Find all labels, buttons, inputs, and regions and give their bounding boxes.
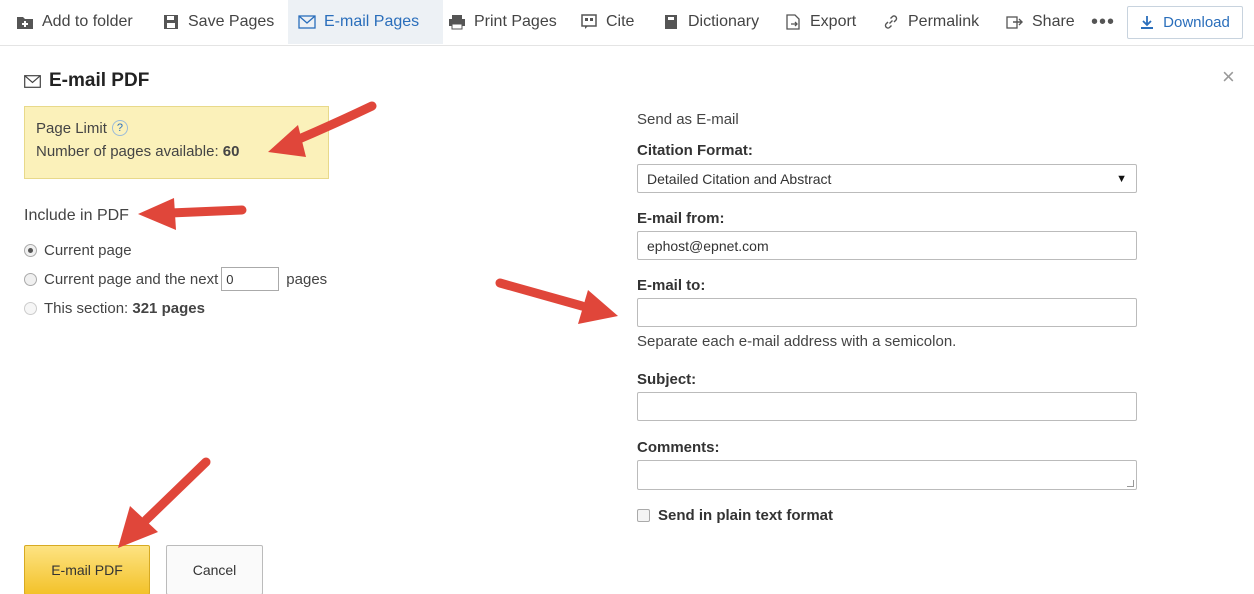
radio-current-and-next[interactable]: Current page and the next pages xyxy=(24,267,327,291)
dropdown-arrow-icon: ▼ xyxy=(1116,172,1127,185)
dialog-title: E-mail PDF xyxy=(24,70,149,92)
arrow-to-include-label xyxy=(138,198,247,230)
radio-current-page-label: Current page xyxy=(44,242,132,259)
radio-next-prefix: Current page and the next xyxy=(44,270,219,288)
share-button[interactable]: Share xyxy=(1006,0,1075,44)
envelope-icon xyxy=(24,74,41,88)
save-icon xyxy=(162,13,180,31)
share-label: Share xyxy=(1032,13,1075,30)
export-icon xyxy=(784,13,802,31)
plain-text-checkbox[interactable] xyxy=(637,509,650,522)
download-icon xyxy=(1140,15,1154,30)
save-pages-label: Save Pages xyxy=(188,13,275,30)
radio-section-value: 321 pages xyxy=(132,300,205,317)
send-as-email-label: Send as E-mail xyxy=(637,111,739,128)
email-to-label: E-mail to: xyxy=(637,277,706,294)
permalink-button[interactable]: Permalink xyxy=(882,0,979,44)
toolbar: Add to folder Save Pages E-mail Pages Pr… xyxy=(0,0,1254,46)
page-limit-box: Page Limit? Number of pages available: 6… xyxy=(24,106,329,179)
help-icon[interactable]: ? xyxy=(111,120,128,136)
print-pages-button[interactable]: Print Pages xyxy=(448,0,557,44)
download-button[interactable]: Download xyxy=(1127,6,1243,39)
radio-button[interactable] xyxy=(24,272,37,286)
dictionary-label: Dictionary xyxy=(688,13,760,30)
pages-available-label: Number of pages available: xyxy=(36,143,219,160)
email-pages-label: E-mail Pages xyxy=(324,13,420,30)
share-icon xyxy=(1006,13,1024,31)
email-to-field[interactable] xyxy=(637,298,1137,327)
print-pages-label: Print Pages xyxy=(474,13,557,30)
close-icon[interactable]: × xyxy=(1222,64,1235,90)
radio-section-prefix: This section: xyxy=(44,300,129,317)
comments-label: Comments: xyxy=(637,439,720,456)
subject-field[interactable] xyxy=(637,392,1137,421)
printer-icon xyxy=(448,13,466,31)
cite-button[interactable]: Cite xyxy=(580,0,634,44)
radio-this-section[interactable]: This section: 321 pages xyxy=(24,300,205,317)
annotation-arrows xyxy=(118,101,618,548)
email-pages-button[interactable]: E-mail Pages xyxy=(288,0,443,44)
folder-add-icon xyxy=(16,13,34,31)
plain-text-option[interactable]: Send in plain text format xyxy=(637,507,833,524)
envelope-icon xyxy=(298,13,316,31)
link-icon xyxy=(882,13,900,31)
email-to-hint: Separate each e-mail address with a semi… xyxy=(637,333,957,350)
email-from-label: E-mail from: xyxy=(637,210,725,227)
add-to-folder-label: Add to folder xyxy=(42,13,133,30)
radio-button[interactable] xyxy=(24,302,37,315)
export-label: Export xyxy=(810,13,857,30)
email-from-value: ephost@epnet.com xyxy=(647,237,769,254)
comments-textarea[interactable] xyxy=(637,460,1137,490)
cite-icon xyxy=(580,13,598,31)
radio-current-page[interactable]: Current page xyxy=(24,242,132,259)
arrow-to-email-pdf-button xyxy=(118,457,211,548)
dictionary-button[interactable]: Dictionary xyxy=(662,0,759,44)
subject-label: Subject: xyxy=(637,371,697,388)
save-pages-button[interactable]: Save Pages xyxy=(162,0,274,44)
page-limit-title: Page Limit xyxy=(36,120,107,137)
radio-next-suffix: pages xyxy=(286,270,328,288)
cite-label: Cite xyxy=(606,13,635,30)
permalink-label: Permalink xyxy=(908,13,980,30)
next-pages-input[interactable] xyxy=(221,267,280,291)
citation-format-label: Citation Format: xyxy=(637,142,753,159)
dialog-title-text: E-mail PDF xyxy=(49,70,150,91)
plain-text-label: Send in plain text format xyxy=(658,507,834,524)
download-label: Download xyxy=(1163,14,1230,31)
pages-available-value: 60 xyxy=(222,143,240,160)
email-pdf-button[interactable]: E-mail PDF xyxy=(24,545,150,594)
more-options-button[interactable]: ••• xyxy=(1091,0,1115,44)
add-to-folder-button[interactable]: Add to folder xyxy=(16,0,133,44)
citation-format-value: Detailed Citation and Abstract xyxy=(647,170,832,187)
resize-handle-icon[interactable] xyxy=(1127,480,1134,487)
arrow-to-email-to xyxy=(495,278,618,324)
dictionary-icon xyxy=(662,13,680,31)
cancel-button[interactable]: Cancel xyxy=(166,545,263,594)
export-button[interactable]: Export xyxy=(784,0,856,44)
citation-format-select[interactable]: Detailed Citation and Abstract ▼ xyxy=(637,164,1137,193)
email-from-field[interactable]: ephost@epnet.com xyxy=(637,231,1137,260)
include-in-pdf-label: Include in PDF xyxy=(24,207,129,224)
radio-button[interactable] xyxy=(24,244,37,257)
